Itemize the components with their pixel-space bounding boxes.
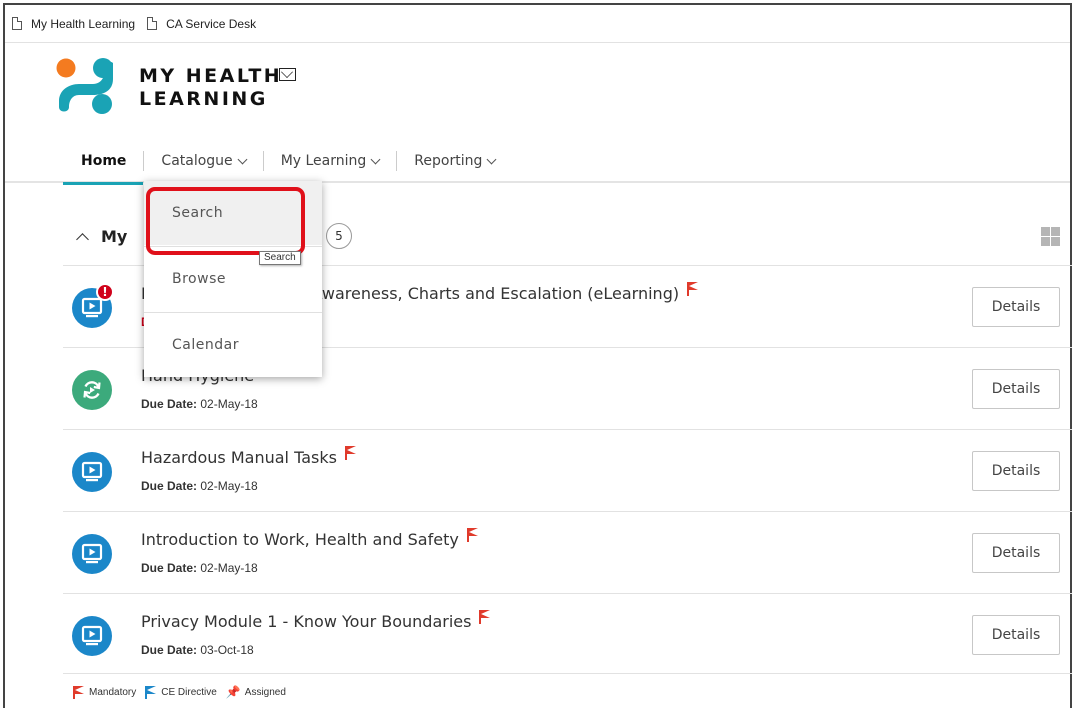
page-icon [147, 17, 158, 30]
legend-mandatory: Mandatory [73, 685, 136, 699]
nav-catalogue[interactable]: Catalogue [144, 139, 262, 183]
nav-catalogue-label: Catalogue [161, 153, 233, 169]
item-title[interactable]: Privacy Module 1 - Know Your Boundaries [141, 610, 491, 631]
bookmark-label: CA Service Desk [166, 16, 257, 31]
main-nav: Home Catalogue My Learning Reporting [63, 139, 512, 185]
section-title: My [101, 227, 128, 246]
count-badge: 5 [326, 223, 352, 249]
chevron-down-icon [237, 154, 248, 164]
highlight-annotation [146, 187, 305, 255]
logo-icon[interactable] [55, 57, 115, 115]
nav-reporting-label: Reporting [414, 153, 483, 169]
grid-view-icon[interactable] [1041, 227, 1060, 246]
item-title[interactable]: Hazardous Manual Tasks [141, 446, 356, 467]
elearning-icon [72, 534, 112, 574]
nav-my-learning-label: My Learning [280, 153, 367, 169]
list-item: Introduction to Work, Health and Safety … [63, 511, 1072, 593]
list-item: Hazardous Manual Tasks Due Date: 02-May-… [63, 429, 1072, 511]
due-date: Due Date: 03-Oct-18 [141, 643, 254, 657]
details-button[interactable]: Details [972, 451, 1060, 491]
elearning-icon [72, 616, 112, 656]
tooltip: Search [259, 251, 301, 265]
elearning-icon [72, 452, 112, 492]
legend-assigned: 📌 Assigned [225, 685, 286, 699]
brand-wordmark: MY HEALTH LEARNING [139, 65, 282, 111]
site-header: MY HEALTH LEARNING Home Catalogue My Lea… [5, 43, 1070, 185]
legend: Mandatory CE Directive 📌 Assigned [73, 685, 295, 699]
alert-icon: ! [96, 283, 114, 301]
chevron-down-icon [486, 154, 497, 164]
ce-directive-flag-icon [145, 685, 157, 699]
mandatory-flag-icon [344, 446, 356, 460]
refresh-icon [72, 370, 112, 410]
details-button[interactable]: Details [972, 533, 1060, 573]
section-header[interactable]: My [76, 227, 128, 246]
bookmarks-bar: My Health Learning CA Service Desk [5, 5, 1070, 43]
nav-my-learning[interactable]: My Learning [264, 139, 397, 183]
due-date: Due Date: 02-May-18 [141, 561, 258, 575]
menu-item-calendar[interactable]: Calendar [144, 313, 322, 377]
due-date: Due Date: 02-May-18 [141, 397, 258, 411]
pin-icon: 📌 [225, 685, 241, 699]
brand-line-2: LEARNING [139, 88, 268, 110]
nav-home[interactable]: Home [63, 139, 144, 185]
chevron-down-icon [370, 154, 381, 164]
list-divider [63, 673, 1072, 674]
details-button[interactable]: Details [972, 615, 1060, 655]
mandatory-flag-icon [73, 685, 84, 699]
bookmark-label: My Health Learning [31, 16, 136, 31]
brand-line-1: MY HEALTH [139, 65, 283, 87]
list-item: Privacy Module 1 - Know Your Boundaries … [63, 593, 1072, 675]
mandatory-flag-icon [687, 282, 699, 296]
mandatory-flag-icon [466, 528, 478, 542]
item-title[interactable]: Introduction to Work, Health and Safety [141, 528, 478, 549]
mandatory-flag-icon [479, 610, 491, 624]
details-button[interactable]: Details [972, 369, 1060, 409]
bookmark-my-health-learning[interactable]: My Health Learning [12, 17, 135, 31]
details-button[interactable]: Details [972, 287, 1060, 327]
mail-icon[interactable] [279, 68, 296, 81]
chevron-up-icon [76, 233, 89, 246]
page-icon [12, 17, 22, 30]
due-date: Due Date: 02-May-18 [141, 479, 258, 493]
legend-ce-directive: CE Directive [145, 685, 217, 699]
bookmark-ca-service-desk[interactable]: CA Service Desk [147, 17, 256, 31]
nav-reporting[interactable]: Reporting [397, 139, 512, 183]
browser-window: My Health Learning CA Service Desk MY HE… [3, 3, 1072, 708]
nav-home-label: Home [81, 153, 127, 169]
